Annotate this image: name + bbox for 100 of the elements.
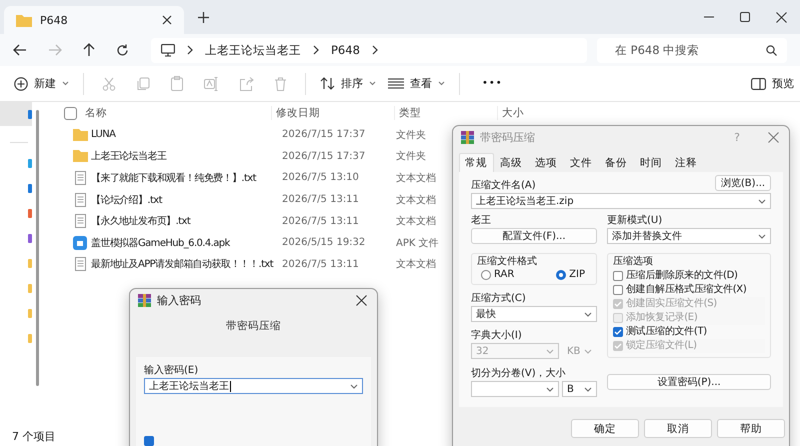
caret-icon xyxy=(758,234,766,238)
caret-icon xyxy=(758,198,766,204)
dialog-button[interactable]: 帮助 xyxy=(717,419,785,438)
new-button[interactable]: 新建 xyxy=(8,72,75,95)
close-icon[interactable] xyxy=(776,12,787,22)
caret-icon xyxy=(546,386,554,392)
minimize-icon[interactable] xyxy=(704,16,714,18)
method-dropdown[interactable]: 最快 xyxy=(471,306,597,322)
sort-button[interactable]: 排序 xyxy=(314,72,382,95)
dialog-title: 带密码压缩 xyxy=(480,130,535,144)
search-field[interactable]: 在 P648 中搜索 xyxy=(597,38,787,62)
column-header[interactable]: 修改日期 xyxy=(271,106,394,120)
search-icon xyxy=(766,44,777,56)
maximize-icon[interactable] xyxy=(740,12,750,22)
field-label: 老王 xyxy=(471,215,492,227)
caret-icon xyxy=(438,81,445,86)
scrollbar[interactable] xyxy=(36,110,39,386)
paste-icon[interactable] xyxy=(170,76,184,91)
chevron-icon xyxy=(187,45,193,55)
more-button[interactable]: ••• xyxy=(476,74,509,93)
nav-icon[interactable] xyxy=(28,184,32,193)
file-type: 文件夹 xyxy=(396,150,427,164)
dialog-heading: 带密码压缩 xyxy=(225,319,282,333)
preview-button[interactable]: 预览 xyxy=(745,72,800,95)
file-type: 文件夹 xyxy=(396,128,427,142)
file-name[interactable]: 【来了就能下载和观看！纯免费！】.txt xyxy=(91,170,274,185)
view-button[interactable]: 查看 xyxy=(382,72,451,95)
field-label: 字典大小(I) xyxy=(471,330,523,342)
format-radio[interactable]: ZIP xyxy=(556,269,585,280)
file-name[interactable]: 最新地址及APP请发邮箱自动获取！！！.txt xyxy=(91,257,274,272)
delete-icon[interactable] xyxy=(274,76,287,90)
option-checkbox[interactable]: 压缩后删除原来的文件(D) xyxy=(613,269,765,283)
close-icon[interactable] xyxy=(162,15,172,25)
close-icon[interactable] xyxy=(356,294,367,306)
back-arrow-icon[interactable] xyxy=(13,44,27,56)
password-field[interactable]: 上老王论坛当老王 xyxy=(144,378,363,394)
file-type: 文本文档 xyxy=(396,214,437,228)
caret-icon xyxy=(546,348,554,354)
forward-arrow-icon[interactable] xyxy=(48,44,62,56)
refresh-icon[interactable] xyxy=(116,44,129,56)
rename-icon[interactable] xyxy=(204,76,219,90)
address-bar[interactable]: 上老王论坛当老王 P648 xyxy=(151,38,587,62)
file-name[interactable]: 盖世模拟器GameHub_6.0.4.apk xyxy=(91,236,274,250)
document-icon xyxy=(74,257,86,272)
update-mode-dropdown[interactable]: 添加并替换文件 xyxy=(607,228,771,244)
field-label: 压缩方式(C) xyxy=(471,293,527,305)
item-count: 7 个项目 xyxy=(12,428,56,444)
share-icon[interactable] xyxy=(239,76,254,90)
document-icon xyxy=(74,214,86,228)
column-header[interactable]: 大小 xyxy=(497,106,562,120)
format-radio[interactable]: RAR xyxy=(481,269,514,280)
file-type: 文本文档 xyxy=(396,172,437,185)
breadcrumb-item[interactable]: 上老王论坛当老王 xyxy=(205,42,301,58)
dialog-button[interactable]: 确定 xyxy=(571,419,639,438)
computer-icon xyxy=(161,44,175,56)
dialog-tab[interactable]: 时间 xyxy=(634,153,669,172)
dialog-tab[interactable]: 常规 xyxy=(459,153,494,172)
nav-icon[interactable] xyxy=(28,110,32,118)
dialog-tab[interactable]: 高级 xyxy=(494,153,529,172)
nav-icon[interactable] xyxy=(28,159,32,168)
profiles-button[interactable]: 配置文件(F)... xyxy=(471,228,597,244)
file-name[interactable]: LUNA xyxy=(91,129,274,140)
window-tab[interactable]: P648 xyxy=(4,6,184,34)
browse-button[interactable]: 浏览(B)... xyxy=(715,175,771,191)
split-size-dropdown[interactable] xyxy=(471,381,559,397)
option-checkbox[interactable]: 创建自解压格式压缩文件(X) xyxy=(613,283,765,297)
dialog-tab[interactable]: 备份 xyxy=(599,153,634,172)
column-header[interactable]: 类型 xyxy=(394,106,497,120)
option-checkbox[interactable]: 测试压缩的文件(T) xyxy=(613,325,765,339)
select-all-checkbox[interactable] xyxy=(64,106,77,120)
field-label: 切分为分卷(V)，大小 xyxy=(471,368,567,380)
set-password-button[interactable]: 设置密码(P)... xyxy=(607,374,771,390)
dialog-tab[interactable]: 注释 xyxy=(669,153,704,172)
file-name[interactable]: 【论坛介绍】.txt xyxy=(91,192,274,207)
up-arrow-icon[interactable] xyxy=(83,43,95,57)
dialog-tab[interactable]: 文件 xyxy=(564,153,599,172)
folder-icon xyxy=(16,14,32,26)
caret-icon xyxy=(350,384,358,388)
file-type: APK 文件 xyxy=(396,236,440,250)
app-icon xyxy=(73,236,87,250)
nav-icon[interactable] xyxy=(28,234,32,243)
new-tab-icon[interactable] xyxy=(198,12,209,22)
nav-icon[interactable] xyxy=(28,209,32,218)
modified-date: 2026/7/5 13:11 xyxy=(282,194,360,206)
file-name[interactable]: 上老王论坛当老王 xyxy=(91,149,274,164)
checkmark-icon xyxy=(614,301,622,307)
modified-date: 2026/5/15 19:32 xyxy=(282,237,366,248)
archive-name-field[interactable]: 上老王论坛当老王.zip xyxy=(471,193,771,209)
group-label: 压缩文件格式 xyxy=(477,256,538,268)
breadcrumb-item[interactable]: P648 xyxy=(331,43,360,57)
show-password-checkbox[interactable] xyxy=(144,436,154,446)
dialog-button[interactable]: 取消 xyxy=(644,419,712,438)
copy-icon[interactable] xyxy=(136,76,150,90)
column-header[interactable]: 名称 xyxy=(85,106,271,120)
unit-dropdown[interactable]: B xyxy=(562,381,597,397)
file-name[interactable]: 【永久地址发布页】.txt xyxy=(91,214,274,228)
modified-date: 2026/7/15 17:37 xyxy=(282,129,366,140)
dialog-tab[interactable]: 选项 xyxy=(529,153,564,172)
archive-icon xyxy=(461,130,474,144)
cut-icon[interactable] xyxy=(102,76,116,90)
